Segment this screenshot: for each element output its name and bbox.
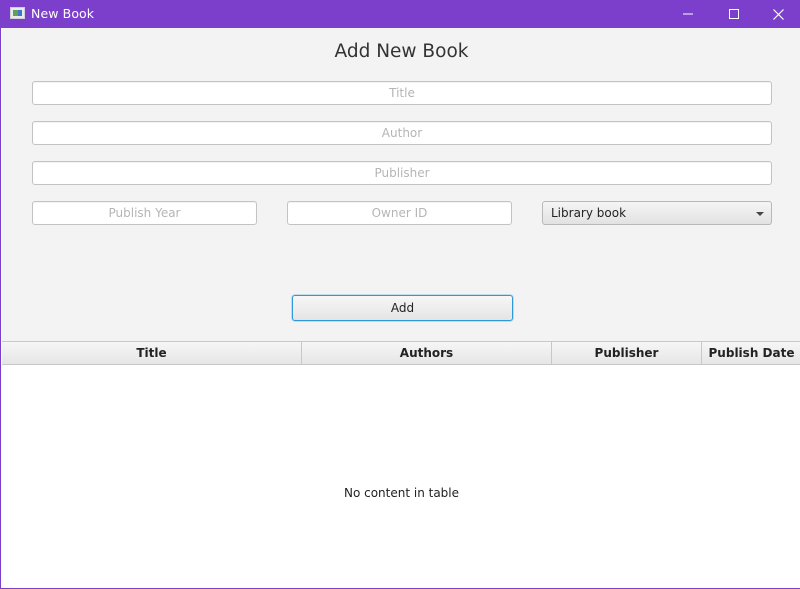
book-type-selected-value: Library book xyxy=(551,206,627,220)
title-bar[interactable]: New Book xyxy=(1,0,800,28)
author-input[interactable] xyxy=(33,122,771,144)
column-header-authors[interactable]: Authors xyxy=(302,342,552,364)
publisher-input[interactable] xyxy=(33,162,771,184)
minimize-icon xyxy=(683,13,693,15)
minimize-button[interactable] xyxy=(665,0,711,28)
empty-table-placeholder: No content in table xyxy=(343,486,460,500)
publisher-field-box xyxy=(32,161,772,185)
publish-year-field-box xyxy=(32,201,257,225)
close-icon xyxy=(772,8,784,20)
title-input[interactable] xyxy=(33,82,771,104)
books-table[interactable]: Title Authors Publisher Publish Date No … xyxy=(2,341,800,588)
author-field-box xyxy=(32,121,772,145)
column-header-publish-date[interactable]: Publish Date xyxy=(702,342,800,364)
window-title: New Book xyxy=(31,6,95,21)
publish-year-input[interactable] xyxy=(33,202,256,224)
maximize-icon xyxy=(729,9,739,19)
owner-id-input[interactable] xyxy=(288,202,511,224)
owner-id-field-box xyxy=(287,201,512,225)
chevron-down-icon xyxy=(756,212,764,216)
maximize-button[interactable] xyxy=(711,0,757,28)
form-heading: Add New Book xyxy=(334,41,469,62)
form-panel: Add New Book Library book Add xyxy=(2,28,800,341)
title-field-box xyxy=(32,81,772,105)
add-button[interactable]: Add xyxy=(292,295,513,321)
close-button[interactable] xyxy=(755,0,800,28)
book-type-select[interactable]: Library book xyxy=(542,201,772,225)
table-header: Title Authors Publisher Publish Date xyxy=(2,341,800,365)
new-book-window: New Book Add New Book Library book xyxy=(0,0,800,589)
column-header-publisher[interactable]: Publisher xyxy=(552,342,702,364)
column-header-title[interactable]: Title xyxy=(2,342,302,364)
app-icon xyxy=(10,7,25,19)
